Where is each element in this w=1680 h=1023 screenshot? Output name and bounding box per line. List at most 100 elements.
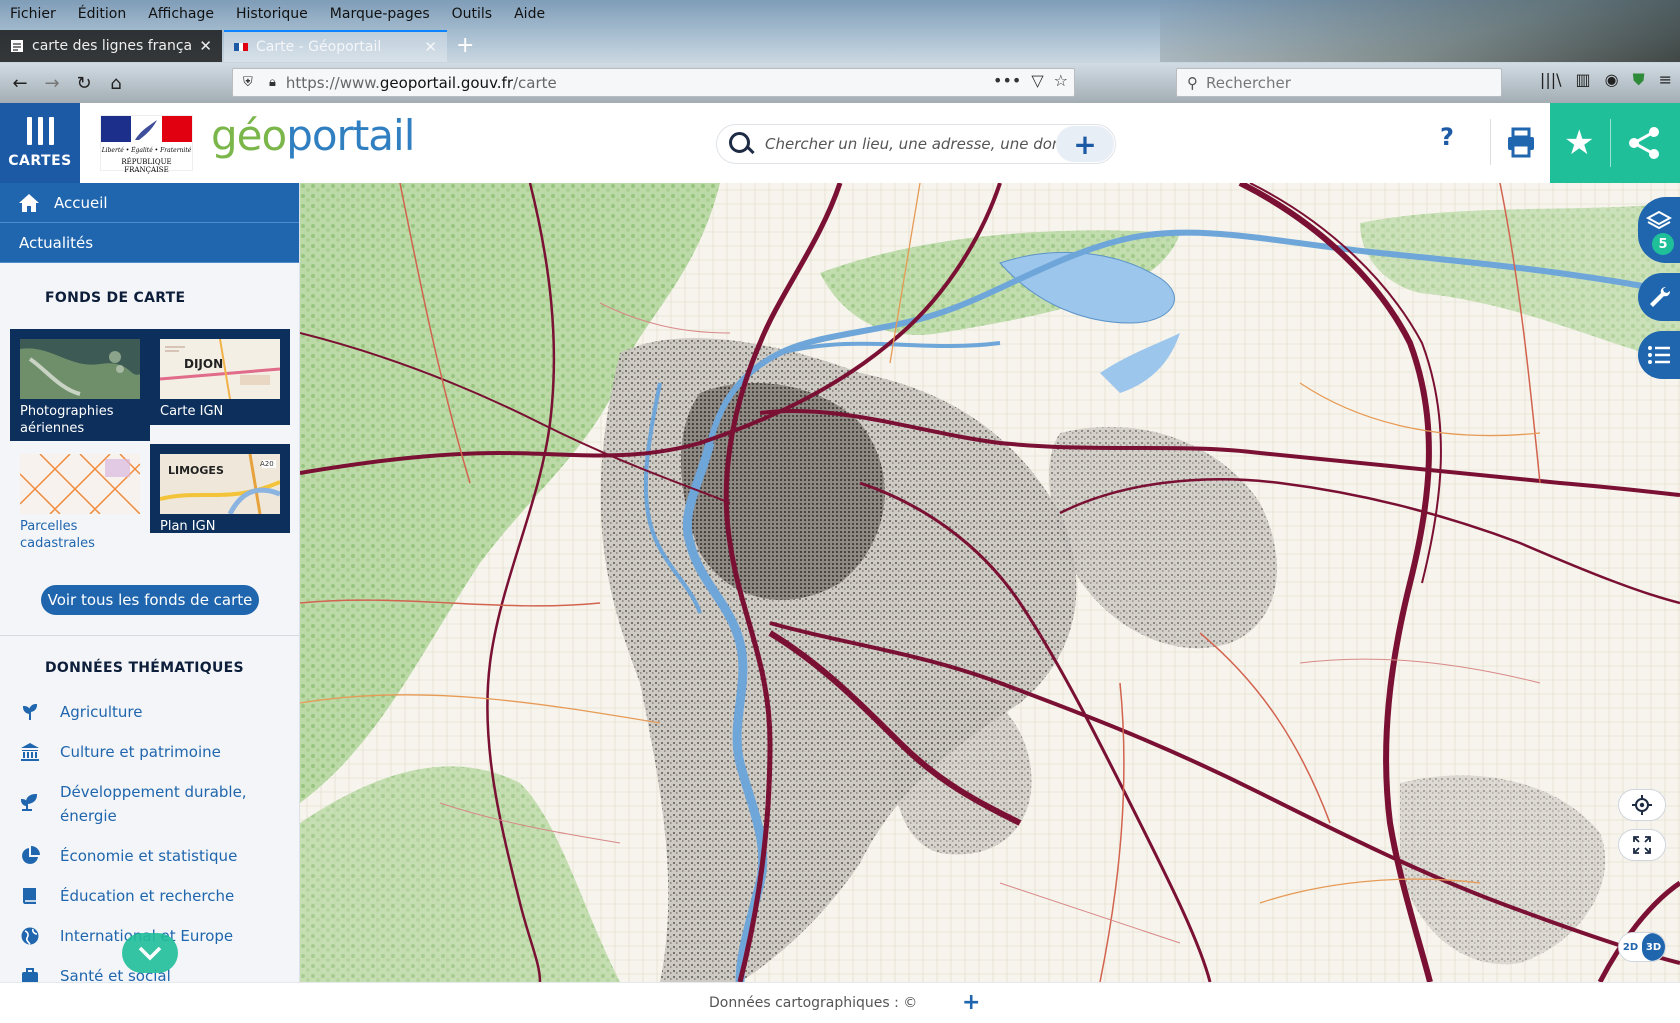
place-search-bar[interactable]: Chercher un lieu, une adresse, une donné… [716,124,1116,164]
help-button[interactable]: ? [1440,123,1454,151]
lock-icon[interactable]: 🔒︎ [269,75,276,90]
print-icon[interactable] [1506,123,1536,163]
theme-label: Culture et patrimoine [60,743,221,761]
wrench-icon [1650,287,1670,307]
reload-icon[interactable]: ↻ [68,67,100,99]
browser-tab-2[interactable]: Carte - Géoportail ✕ [224,30,447,62]
theme-developpement-durable[interactable]: Développement durable, énergie [0,780,299,828]
pie-chart-icon [22,846,40,864]
search-input[interactable]: Chercher un lieu, une adresse, une donné… [765,135,1056,153]
theme-culture-patrimoine[interactable]: Culture et patrimoine [0,740,299,764]
menu-fichier[interactable]: Fichier [0,0,67,28]
menu-affichage[interactable]: Affichage [137,0,225,28]
search-icon: ⚲ [1187,73,1198,92]
geoportail-logo[interactable]: géoportail [211,111,415,160]
fond-plan-ign[interactable]: LIMOGES A20 Plan IGN [150,444,290,534]
favorites-star-icon[interactable]: ★ [1564,123,1594,163]
pocket-icon[interactable]: ▽ [1031,71,1043,90]
chevron-down-icon [138,946,162,961]
layers-count-badge: 5 [1652,233,1674,255]
expand-credits-icon[interactable]: + [962,990,980,1015]
fond-label: Photographies aériennes [20,404,114,436]
map-credits: Données cartographiques : © [709,995,918,1011]
thumb-road-label: A20 [260,460,274,468]
fond-photographies-aeriennes[interactable]: Photographies aériennes [10,329,150,441]
layers-tool-button[interactable]: 5 [1638,197,1680,263]
browser-tabbar: carte des lignes françaises ✕ Carte - Gé… [0,30,1680,62]
browser-navbar: ← → ↻ ⌂ ⛨ 🔒︎ https://www.geoportail.gouv… [0,63,1680,103]
sidebar-item-label: Accueil [54,193,108,212]
catalog-sidebar[interactable]: Accueil Actualités FONDS DE CARTE Photog… [0,183,300,982]
thumb-city-label: DIJON [184,357,224,371]
new-tab-icon[interactable]: + [456,33,474,58]
hamburger-menu-icon[interactable]: ≡ [1659,70,1672,90]
menu-marque-pages[interactable]: Marque-pages [319,0,441,28]
search-placeholder: Rechercher [1206,73,1291,92]
monument-icon [21,743,39,761]
close-tab-icon[interactable]: ✕ [424,38,437,56]
view-2d-3d-toggle[interactable]: 2D 3D [1618,932,1666,962]
voir-tous-fonds-button[interactable]: Voir tous les fonds de carte [41,585,259,615]
scroll-down-button[interactable] [122,933,178,973]
cartes-label: CARTES [8,153,72,169]
library-icon[interactable]: |||\ [1540,70,1562,90]
sidebar-item-actualites[interactable]: Actualités [0,223,299,263]
theme-agriculture[interactable]: Agriculture [0,700,299,724]
legend-list-button[interactable] [1638,331,1680,379]
fullscreen-button[interactable] [1618,829,1666,861]
doc-favicon-icon [11,40,23,52]
bookmark-star-icon[interactable]: ☆ [1054,71,1068,90]
republique-francaise-logo[interactable]: Liberté • Égalité • Fraternité RÉPUBLIQU… [100,115,193,174]
geolocate-button[interactable] [1618,789,1666,821]
menu-outils[interactable]: Outils [441,0,503,28]
theme-label: Économie et statistique [60,847,238,865]
menu-historique[interactable]: Historique [225,0,319,28]
back-icon[interactable]: ← [4,67,36,99]
browser-chrome: Fichier Édition Affichage Historique Mar… [0,0,1680,103]
share-icon[interactable] [1624,123,1664,163]
sprout-icon [20,793,38,811]
home-icon[interactable]: ⌂ [100,67,132,99]
map-view[interactable]: 5 2D 3D [300,183,1680,982]
fond-carte-ign[interactable]: DIJON Carte IGN [150,329,290,425]
close-tab-icon[interactable]: ✕ [199,37,212,55]
expand-icon [1633,836,1651,854]
browser-tab-1[interactable]: carte des lignes françaises ✕ [0,30,222,62]
fond-parcelles-cadastrales[interactable]: Parcelles cadastrales [10,444,150,556]
globe-icon [21,927,39,945]
rf-name: RÉPUBLIQUE FRANÇAISE [121,158,172,174]
briefcase-icon [22,968,38,982]
map-footer: Données cartographiques : © + [0,982,1680,1023]
sidebar-toggle-icon[interactable]: ▥ [1575,70,1590,90]
fonds-de-carte-heading: FONDS DE CARTE [45,290,186,306]
theme-label: Développement durable, énergie [60,783,247,825]
aerial-photo-thumbnail [20,339,140,399]
search-icon[interactable] [725,129,755,159]
view-3d-button[interactable]: 3D [1642,933,1665,961]
view-2d-button[interactable]: 2D [1619,933,1642,961]
url-text[interactable]: https://www.geoportail.gouv.fr/carte [286,74,557,92]
tools-button[interactable] [1638,273,1680,321]
forward-icon[interactable]: → [36,67,68,99]
theme-economie-statistique[interactable]: Économie et statistique [0,844,299,868]
url-bar[interactable]: ⛨ 🔒︎ https://www.geoportail.gouv.fr/cart… [232,68,1075,97]
menu-edition[interactable]: Édition [67,0,137,28]
shield-icon[interactable]: ⛨ [243,75,265,90]
more-actions-icon[interactable]: ••• [993,71,1021,90]
add-data-button[interactable]: + [1056,126,1114,162]
browser-search-bar[interactable]: ⚲ Rechercher [1176,68,1502,97]
theme-education-recherche[interactable]: Éducation et recherche [0,884,299,908]
home-icon [19,193,39,212]
sidebar-item-accueil[interactable]: Accueil [0,183,299,223]
account-icon[interactable]: ◉ [1605,70,1619,90]
book-icon [23,888,36,904]
header-divider [1490,119,1491,165]
menu-aide[interactable]: Aide [503,0,556,28]
layers-icon [1646,210,1672,230]
extension-shield-icon[interactable]: ⛊ [1633,70,1645,90]
list-icon [1648,346,1670,364]
topographic-map[interactable] [300,183,1680,982]
cartes-icon [26,117,54,145]
fond-label: Parcelles cadastrales [20,519,95,551]
cartes-menu-button[interactable]: CARTES [0,103,80,183]
